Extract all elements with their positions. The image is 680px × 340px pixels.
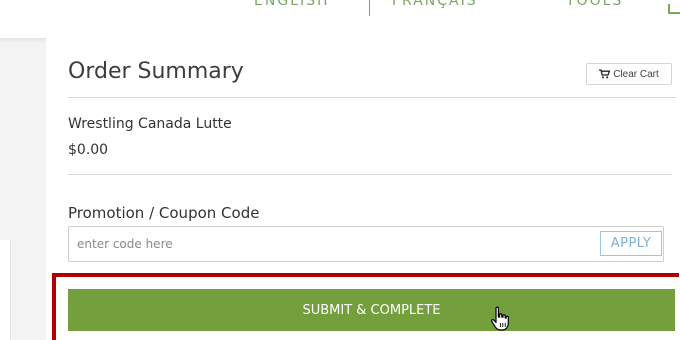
nav-cart-icon[interactable]: [668, 4, 680, 14]
page-title: Order Summary: [68, 59, 244, 84]
divider: [68, 97, 676, 98]
nav-link-english[interactable]: ENGLISH: [254, 0, 330, 9]
submit-complete-button[interactable]: SUBMIT & COMPLETE: [68, 289, 675, 331]
cart-icon: [599, 69, 611, 79]
promo-code-label: Promotion / Coupon Code: [68, 204, 260, 222]
clear-cart-button[interactable]: Clear Cart: [586, 63, 672, 85]
cart-item-name: Wrestling Canada Lutte: [68, 116, 232, 132]
apply-button[interactable]: APPLY: [600, 231, 662, 256]
cart-item-price: $0.00: [68, 142, 109, 158]
hand-pointer-icon: [491, 306, 509, 331]
top-navigation: ENGLISH FRANÇAIS TOOLS: [0, 0, 680, 38]
nav-link-tools[interactable]: TOOLS: [566, 0, 623, 9]
divider: [68, 174, 672, 175]
nav-separator: [369, 0, 370, 16]
clear-cart-label: Clear Cart: [613, 68, 659, 80]
nav-link-francais[interactable]: FRANÇAIS: [392, 0, 478, 9]
promo-code-input[interactable]: [68, 226, 664, 262]
submit-label: SUBMIT & COMPLETE: [302, 302, 441, 318]
side-panel-edge: [0, 240, 11, 340]
